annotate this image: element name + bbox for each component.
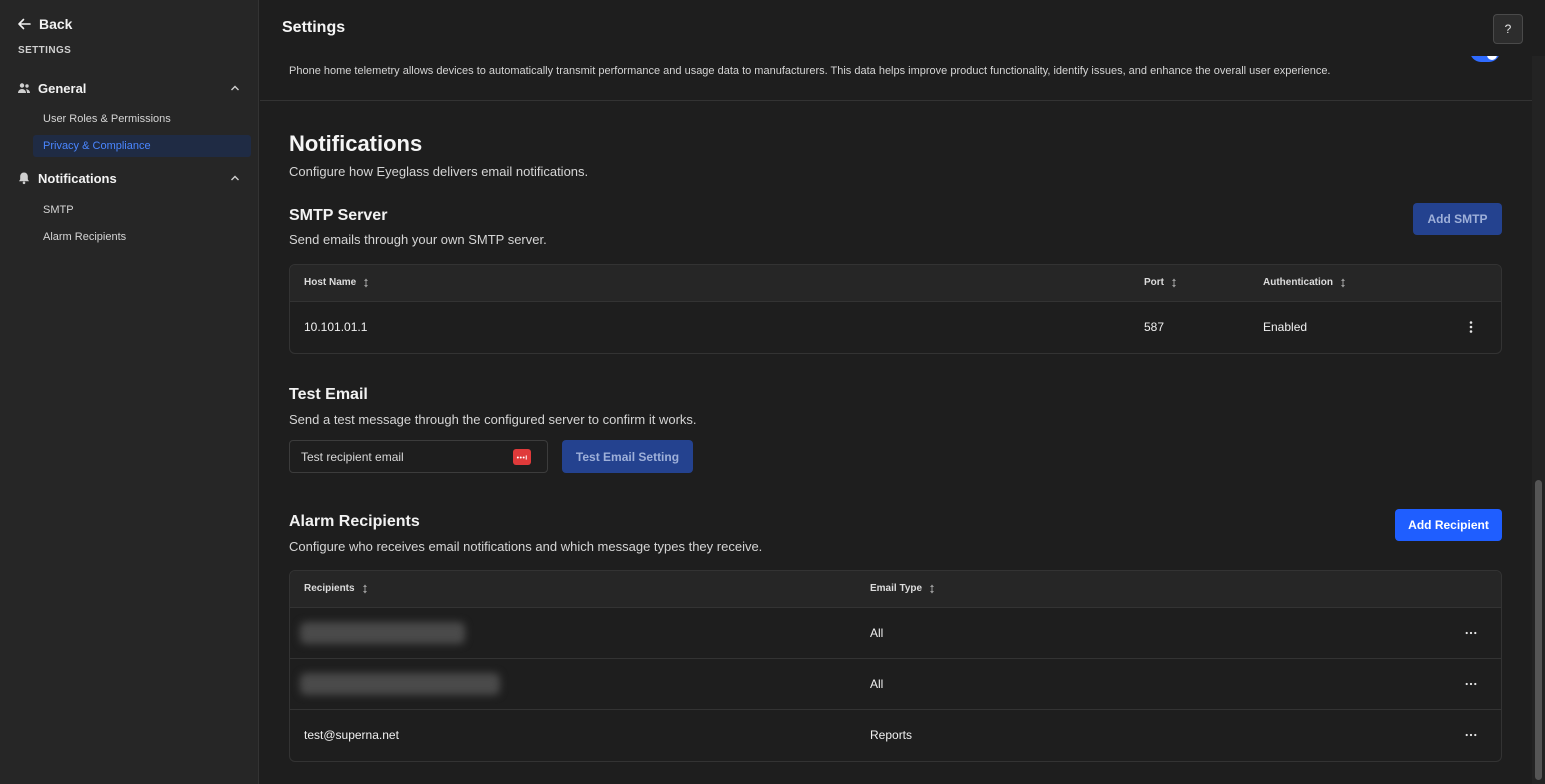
sidebar-group-label: Notifications (38, 170, 117, 186)
sidebar-section-label: SETTINGS (18, 45, 72, 56)
sidebar-item-user-roles[interactable]: User Roles & Permissions (33, 108, 251, 130)
chevron-up-icon (231, 85, 239, 91)
test-email-description: Send a test message through the configur… (289, 412, 697, 427)
arrow-left-icon (18, 18, 31, 30)
column-header-port[interactable]: Port (1144, 277, 1178, 288)
sort-icon (362, 584, 367, 593)
smtp-description: Send emails through your own SMTP server… (289, 232, 547, 247)
alarm-recipients-table: Recipients Email Type All All test@super… (289, 570, 1502, 762)
authentication-cell: Enabled (1263, 320, 1308, 334)
table-row: All (290, 659, 1501, 710)
scrollbar[interactable] (1532, 0, 1545, 784)
test-email-input[interactable] (301, 449, 501, 464)
column-header-host-name[interactable]: Host Name (304, 277, 370, 288)
telemetry-description: Phone home telemetry allows devices to a… (289, 65, 1331, 77)
scrollbar-thumb[interactable] (1535, 480, 1542, 780)
sidebar-group-notifications[interactable]: Notifications (17, 168, 245, 188)
table-row: test@superna.net Reports (290, 710, 1501, 761)
more-horizontal-icon[interactable] (1461, 624, 1481, 642)
redacted-recipient (300, 622, 465, 644)
notifications-description: Configure how Eyeglass delivers email no… (289, 164, 589, 179)
notifications-title: Notifications (289, 131, 423, 156)
add-smtp-button[interactable]: Add SMTP (1413, 203, 1502, 235)
table-header: Host Name Port Authentication (290, 265, 1501, 302)
test-email-setting-button[interactable]: Test Email Setting (562, 440, 693, 473)
alarm-recipients-title: Alarm Recipients (289, 513, 420, 530)
email-type-cell: Reports (870, 728, 913, 742)
sidebar: Back SETTINGS General User Roles & Permi… (0, 0, 259, 784)
bell-icon (17, 171, 31, 185)
add-recipient-button[interactable]: Add Recipient (1395, 509, 1502, 541)
sidebar-group-label: General (38, 80, 87, 96)
smtp-title: SMTP Server (289, 207, 388, 224)
more-horizontal-icon[interactable] (1461, 675, 1481, 693)
table-row: All (290, 608, 1501, 659)
users-icon (17, 81, 31, 95)
test-email-field[interactable] (289, 440, 548, 473)
page-header: Settings ? (260, 0, 1545, 56)
sidebar-item-privacy-compliance[interactable]: Privacy & Compliance (33, 135, 251, 157)
sort-icon (1172, 278, 1176, 287)
port-cell: 587 (1144, 320, 1165, 334)
main-content: Phone home telemetry allows devices to a… (260, 0, 1532, 784)
back-label: Back (39, 16, 73, 32)
column-header-recipients[interactable]: Recipients (304, 583, 369, 594)
table-row: 10.101.01.1 587 Enabled (290, 302, 1501, 353)
sidebar-item-smtp[interactable]: SMTP (33, 199, 251, 221)
redacted-recipient (300, 673, 500, 695)
back-button[interactable]: Back (17, 14, 72, 34)
sidebar-group-general[interactable]: General (17, 78, 245, 98)
smtp-table: Host Name Port Authentication 10.101.01.… (289, 264, 1502, 354)
host-name-cell: 10.101.01.1 (304, 320, 368, 334)
sort-icon (1341, 278, 1345, 287)
help-button[interactable]: ? (1493, 14, 1523, 44)
email-type-cell: All (870, 626, 884, 640)
chevron-up-icon (231, 175, 239, 181)
column-header-email-type[interactable]: Email Type (870, 583, 936, 594)
email-type-cell: All (870, 677, 884, 691)
section-divider (260, 100, 1532, 101)
kebab-menu-icon[interactable] (1461, 318, 1481, 336)
page-title: Settings (282, 19, 346, 36)
recipient-cell: test@superna.net (304, 728, 399, 742)
alarm-recipients-description: Configure who receives email notificatio… (289, 539, 763, 554)
password-manager-icon[interactable] (513, 449, 531, 465)
sort-icon (930, 584, 935, 593)
sidebar-item-alarm-recipients[interactable]: Alarm Recipients (33, 226, 251, 248)
sort-icon (364, 278, 369, 287)
test-email-title: Test Email (289, 386, 368, 403)
column-header-authentication[interactable]: Authentication (1263, 277, 1347, 288)
table-header: Recipients Email Type (290, 571, 1501, 608)
more-horizontal-icon[interactable] (1461, 726, 1481, 744)
